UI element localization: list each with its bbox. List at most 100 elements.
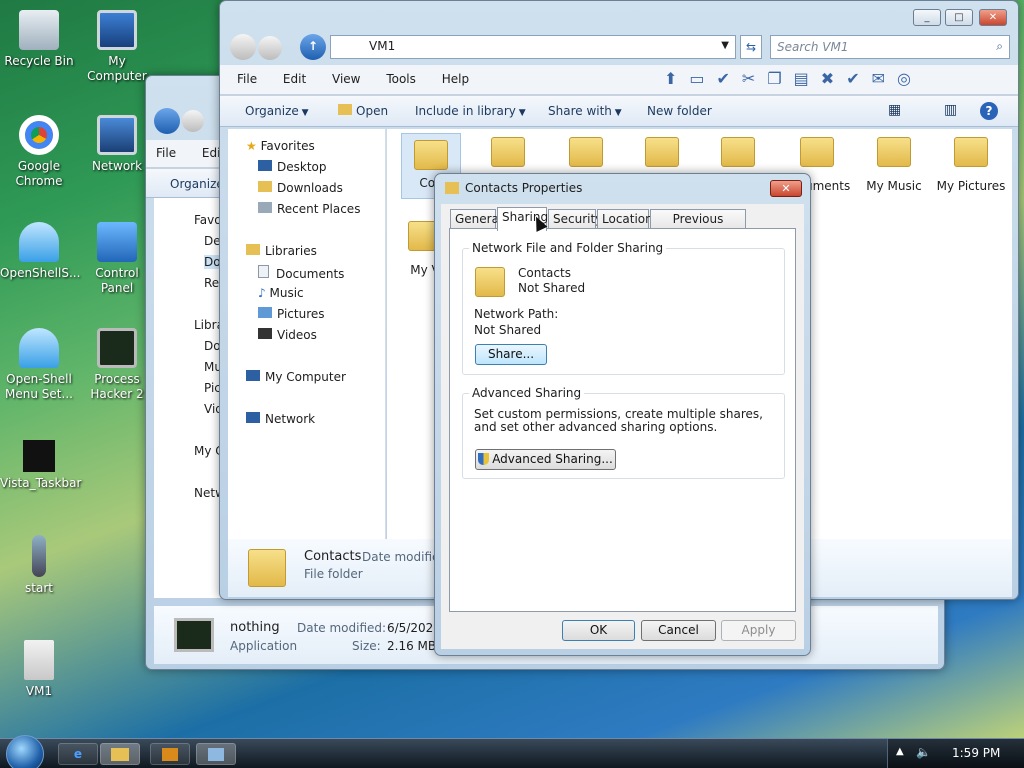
recent-icon [258, 202, 272, 213]
network-sharing-label: Network File and Folder Sharing [469, 241, 667, 255]
nav-libraries[interactable]: Libraries [246, 244, 317, 258]
window-icon [208, 748, 224, 761]
menu-file[interactable]: File [156, 146, 176, 160]
start-icon [32, 535, 46, 577]
folder-icon[interactable] [645, 137, 679, 167]
dialog-folder-icon [445, 182, 459, 194]
breadcrumb[interactable]: VM1 [369, 39, 395, 53]
advanced-sharing-description: Set custom permissions, create multiple … [474, 407, 763, 434]
back-arrow-icon[interactable] [154, 108, 180, 134]
desktop-icon-vm1[interactable]: VM1 [0, 640, 78, 699]
share-with-button[interactable]: Share with ▼ [548, 104, 622, 118]
details-size-label: Size: [352, 639, 381, 653]
menu-tools[interactable]: Tools [386, 72, 416, 86]
pictures-icon [258, 307, 272, 318]
chevron-down-icon[interactable]: ▼ [721, 40, 729, 51]
nav-my-computer[interactable]: My Computer [246, 370, 346, 384]
desktop-icon-chrome[interactable]: Google Chrome [0, 115, 78, 189]
menu-view[interactable]: View [332, 72, 360, 86]
back-nav-buttons[interactable] [154, 108, 214, 134]
maximize-button[interactable]: □ [945, 9, 973, 26]
desktop-icon-recycle-bin[interactable]: Recycle Bin [0, 10, 78, 69]
back-arrow-icon[interactable] [230, 34, 256, 60]
taskbar-properties-button[interactable] [196, 743, 236, 765]
folder-item-my-pictures[interactable]: My Pictures [930, 137, 1012, 193]
start-orb-icon[interactable] [6, 735, 44, 768]
library-icon [246, 244, 260, 255]
cancel-button[interactable]: Cancel [641, 620, 716, 641]
nav-documents[interactable]: Documents [258, 265, 344, 281]
nav-pictures[interactable]: Pictures [258, 307, 325, 321]
tray-arrow-icon[interactable]: ▲ [896, 746, 904, 757]
forward-arrow-icon[interactable] [258, 36, 282, 60]
tab-general[interactable]: General [450, 209, 502, 229]
refresh-icon[interactable]: ⇆ [740, 35, 762, 59]
organize-button[interactable]: Organize [245, 104, 299, 118]
new-folder-button[interactable]: New folder [647, 104, 712, 118]
folder-item-my-music[interactable]: My Music [854, 137, 934, 193]
tab-security[interactable]: Security [548, 209, 602, 229]
desktop-icon-openshell-settings[interactable]: Open-Shell Menu Set... [0, 328, 78, 402]
document-icon [258, 265, 269, 278]
organize-button[interactable]: Organize [170, 177, 224, 191]
folder-icon [475, 267, 505, 297]
search-input[interactable]: Search VM1 ⌕ [770, 35, 1010, 59]
folder-icon[interactable] [569, 137, 603, 167]
contacts-properties-dialog[interactable]: Contacts Properties ✕ General Sharing Se… [434, 173, 811, 656]
desktop-icon-my-computer[interactable]: My Computer [78, 10, 156, 84]
front-nav-pane: ★ Favorites Desktop Downloads Recent Pla… [228, 129, 386, 539]
preview-pane-icon[interactable]: ▥ [944, 102, 957, 118]
downloads-icon [258, 181, 272, 192]
search-icon[interactable]: ⌕ [996, 39, 1003, 54]
taskbar-media-button[interactable] [150, 743, 190, 765]
ok-button[interactable]: OK [562, 620, 635, 641]
folder-icon[interactable] [721, 137, 755, 167]
minimize-button[interactable]: _ [913, 9, 941, 26]
computer-icon [246, 370, 260, 381]
desktop-icon-start[interactable]: start [0, 535, 78, 596]
music-icon: ♪ [258, 286, 270, 300]
dialog-close-button[interactable]: ✕ [770, 180, 802, 197]
clock[interactable]: 1:59 PM [952, 746, 1000, 760]
shared-folder-status: Not Shared [518, 281, 586, 295]
nav-favorites[interactable]: ★ Favorites [246, 139, 315, 153]
nav-favorites[interactable]: Favo [194, 213, 222, 227]
folder-icon[interactable] [491, 137, 525, 167]
computer-icon [97, 10, 137, 50]
volume-icon[interactable]: 🔈 [916, 745, 931, 759]
advanced-sharing-button[interactable]: Advanced Sharing... [475, 449, 616, 470]
star-icon: ★ [246, 139, 261, 153]
taskbar: e ▲ 🔈 1:59 PM [0, 735, 1024, 768]
shared-folder-name: Contacts [518, 266, 571, 280]
command-bar: Organize ▼ Open Include in library ▼ Sha… [220, 95, 1018, 127]
close-button[interactable]: ✕ [979, 9, 1007, 26]
nav-music[interactable]: ♪ Music [258, 286, 304, 300]
help-icon[interactable]: ? [980, 102, 998, 120]
nav-recent-places[interactable]: Recent Places [258, 202, 360, 216]
menu-file[interactable]: File [237, 72, 257, 86]
nav-desktop[interactable]: Desktop [258, 160, 327, 174]
open-button[interactable]: Open [338, 104, 388, 118]
forward-arrow-icon[interactable] [182, 110, 204, 132]
desktop-icon-vista-taskbar[interactable]: Vista_Taskbar [0, 440, 81, 491]
tab-previous-versions[interactable]: Previous Versions [650, 209, 746, 244]
details-name: nothing [230, 620, 280, 635]
view-options-icon[interactable]: ▦ [888, 102, 901, 118]
nav-videos[interactable]: Videos [258, 328, 317, 342]
front-menu-bar: File Edit View Tools Help ⬆▭✔✂❐▤✖✔✉◎ [220, 65, 1018, 95]
menu-edit[interactable]: Edit [283, 72, 306, 86]
menu-help[interactable]: Help [442, 72, 469, 86]
share-button[interactable]: Share... [475, 344, 547, 365]
folder-icon [877, 137, 911, 167]
nav-network[interactable]: Network [246, 412, 315, 426]
shell-icon [19, 328, 59, 368]
taskbar-ie-button[interactable]: e [58, 743, 98, 765]
include-in-library-button[interactable]: Include in library ▼ [415, 104, 526, 118]
apply-button[interactable]: Apply [721, 620, 796, 641]
up-arrow-icon[interactable]: ↑ [300, 34, 326, 60]
tab-location[interactable]: Location [597, 209, 653, 229]
desktop-icon-openshell[interactable]: OpenShellS... [0, 222, 80, 281]
address-bar[interactable]: VM1 ▼ [330, 35, 736, 59]
taskbar-explorer-button[interactable] [100, 743, 140, 765]
nav-downloads[interactable]: Downloads [258, 181, 343, 195]
